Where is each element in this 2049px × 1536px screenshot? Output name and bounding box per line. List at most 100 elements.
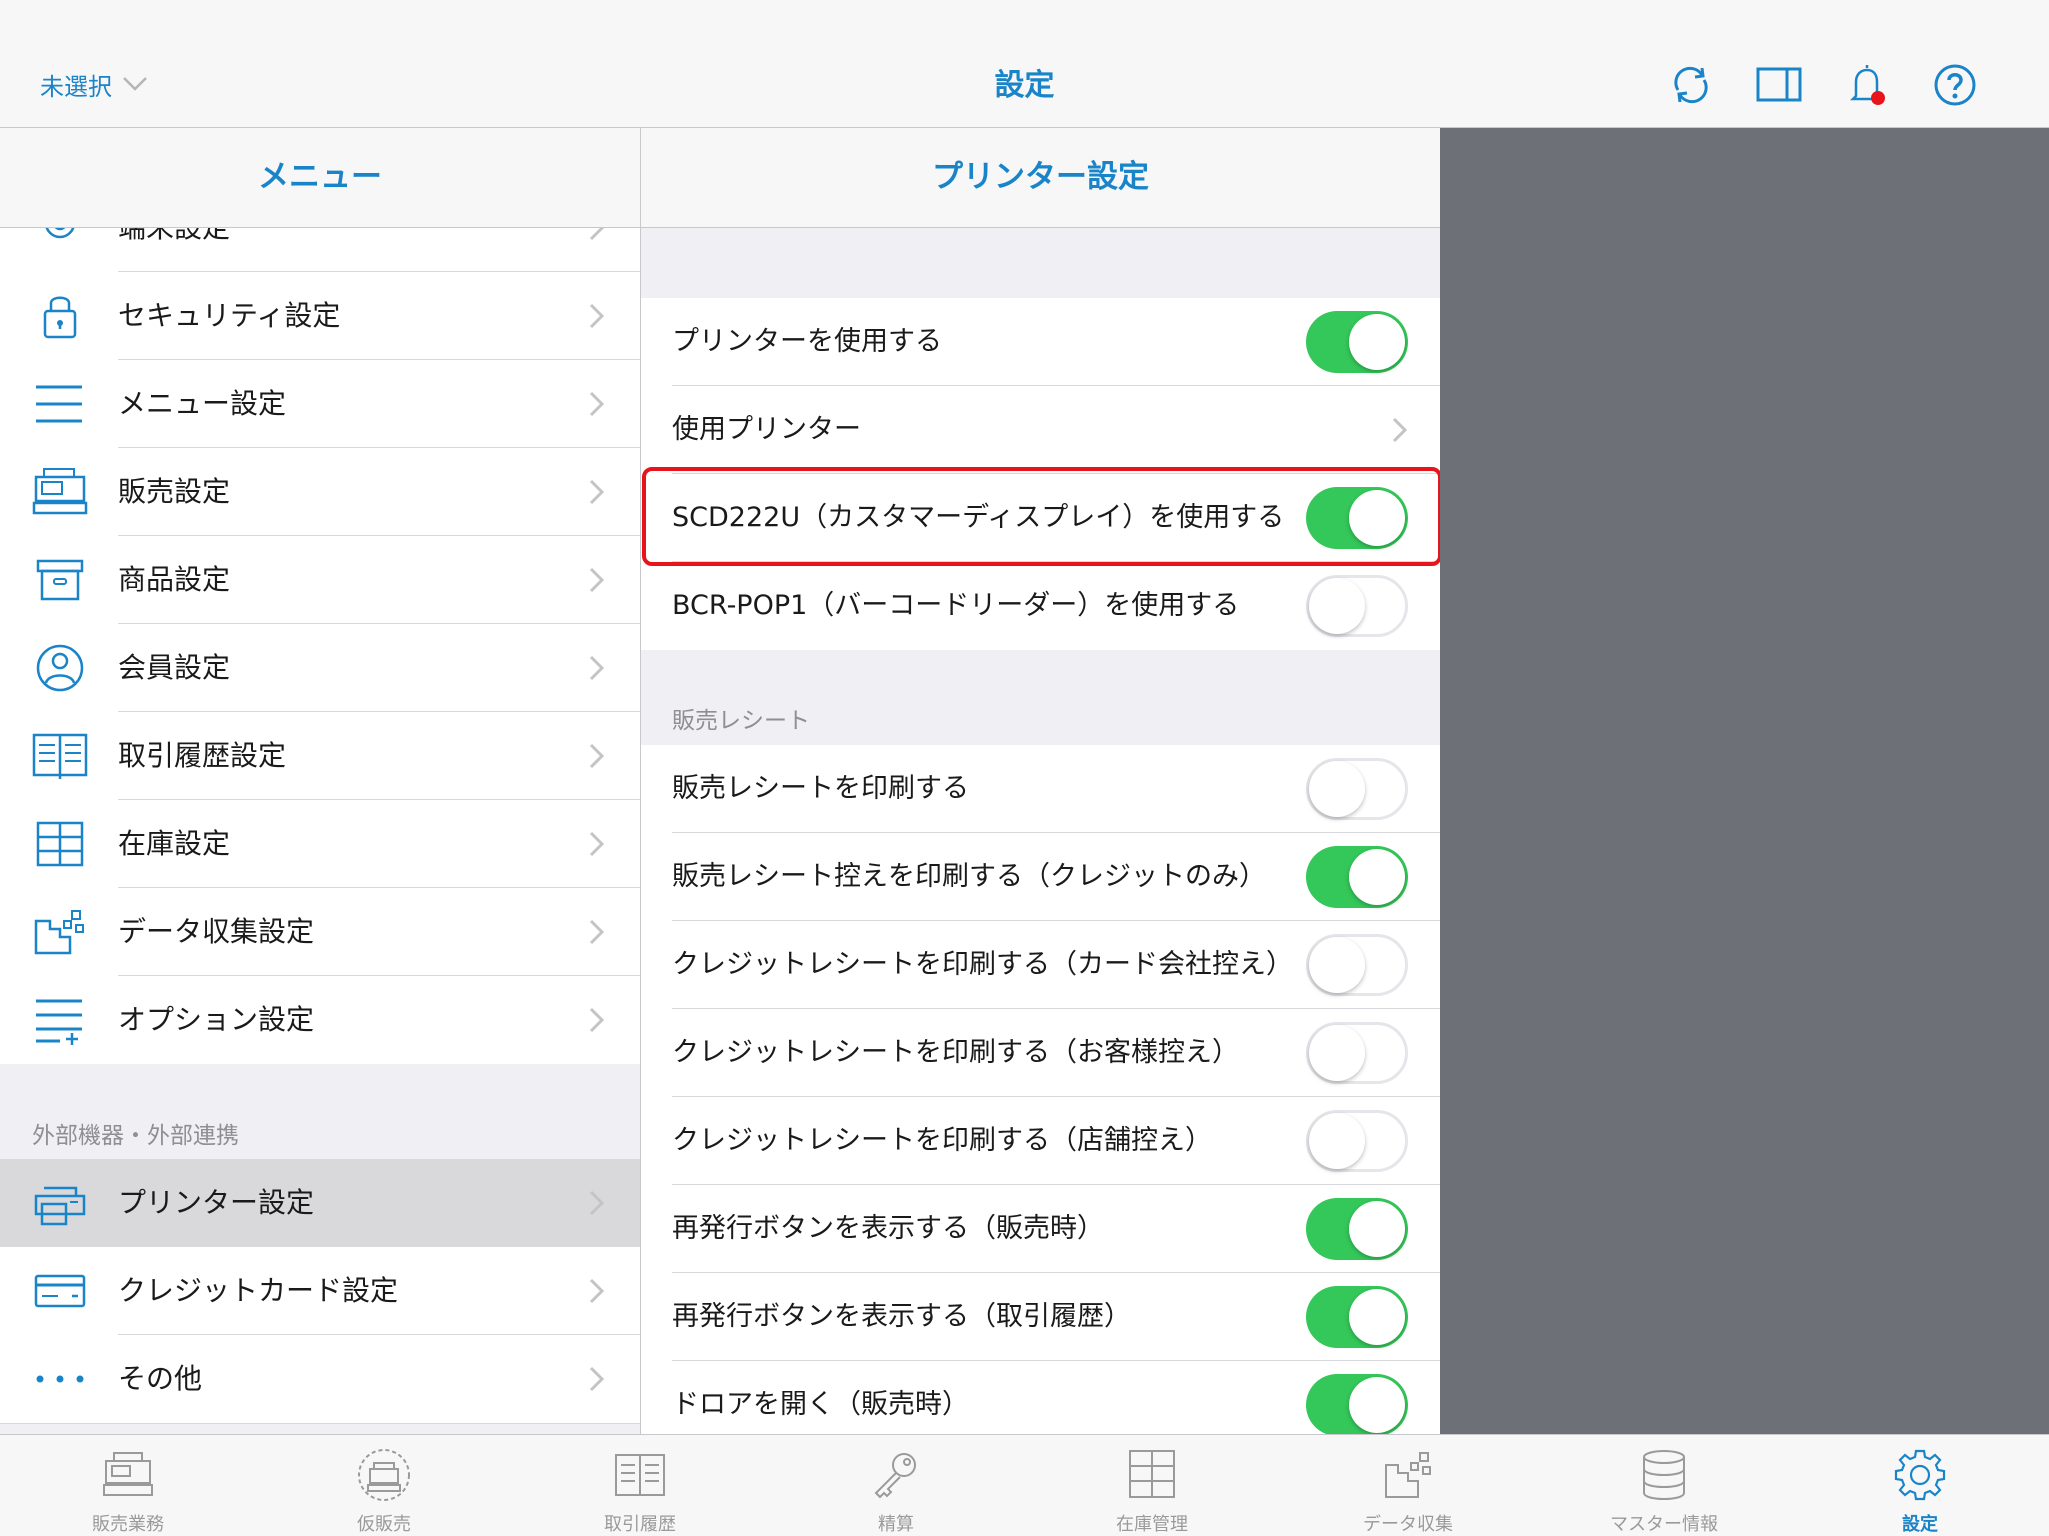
chevron-right-icon <box>589 479 605 505</box>
tab-history[interactable]: 取引履歴 <box>512 1435 768 1535</box>
menu-item-label: 商品設定 <box>118 563 231 596</box>
menu-item-credit-card-settings[interactable]: クレジットカード設定 <box>0 1247 640 1335</box>
menu-item-label: データ収集設定 <box>118 915 315 948</box>
menu-item-printer-settings[interactable]: プリンター設定 <box>0 1159 640 1247</box>
data-collect-icon <box>1385 1452 1431 1498</box>
receipt-option-toggle[interactable] <box>1306 1022 1408 1084</box>
box-icon <box>36 559 84 601</box>
receipt-option-toggle[interactable] <box>1306 1374 1408 1434</box>
chevron-right-icon <box>589 1278 605 1304</box>
chevron-right-icon <box>589 391 605 417</box>
refresh-icon[interactable] <box>1666 60 1716 110</box>
receipt-option-toggle[interactable] <box>1306 1286 1408 1348</box>
options-icon <box>36 999 82 1045</box>
menu-item-stock-settings[interactable]: 在庫設定 <box>0 800 640 888</box>
tab-label: 設定 <box>1902 1514 1938 1535</box>
person-icon <box>36 644 84 692</box>
section-title: 外部機器・外部連携 <box>32 1123 239 1149</box>
menu-item-option-settings[interactable]: オプション設定 <box>0 976 640 1064</box>
split-view-icon[interactable] <box>1754 60 1804 110</box>
receipt-option-toggle[interactable] <box>1306 934 1408 996</box>
tab-settings[interactable]: 設定 <box>1792 1435 2048 1535</box>
menu-item-sales-settings[interactable]: 販売設定 <box>0 448 640 536</box>
row-bcr-reader: BCR-POP1（バーコードリーダー）を使用する <box>641 562 1440 650</box>
menu-item-security[interactable]: セキュリティ設定 <box>0 272 640 360</box>
tab-label: 精算 <box>878 1514 914 1535</box>
credit-card-icon <box>34 1274 86 1308</box>
row-receipt-option: 再発行ボタンを表示する（販売時） <box>641 1185 1440 1273</box>
detail-placeholder-pane <box>1440 128 2049 1434</box>
row-receipt-option: クレジットレシートを印刷する（カード会社控え） <box>641 921 1440 1009</box>
help-icon[interactable] <box>1930 60 1980 110</box>
bell-icon[interactable] <box>1842 60 1892 110</box>
menu-item-label: 会員設定 <box>118 651 231 684</box>
row-printer-select[interactable]: 使用プリンター <box>641 386 1440 474</box>
chevron-right-icon <box>589 655 605 681</box>
tab-data-collection[interactable]: データ収集 <box>1280 1435 1536 1535</box>
printer-settings-panel: プリンター設定 プリンターを使用する 使用プリンター SCD222U（カスタマー… <box>641 128 1440 1434</box>
chevron-right-icon <box>1392 417 1408 443</box>
menu-item-history-settings[interactable]: 取引履歴設定 <box>0 712 640 800</box>
temp-sale-icon <box>358 1449 410 1501</box>
menu-lines-icon <box>36 385 82 423</box>
menu-item-label: 販売設定 <box>118 475 231 508</box>
row-use-printer: プリンターを使用する <box>641 298 1440 386</box>
book-icon <box>32 733 88 779</box>
receipt-option-toggle[interactable] <box>1306 758 1408 820</box>
row-label: 販売レシート控えを印刷する（クレジットのみ） <box>672 861 1266 892</box>
use-printer-toggle[interactable] <box>1306 311 1408 373</box>
tab-label: マスター情報 <box>1610 1514 1718 1535</box>
tab-settlement[interactable]: 精算 <box>768 1435 1024 1535</box>
row-label: クレジットレシートを印刷する（店舗控え） <box>672 1125 1212 1156</box>
printer-settings-header: プリンター設定 <box>641 128 1440 228</box>
row-label: BCR-POP1（バーコードリーダー）を使用する <box>672 590 1240 621</box>
scd-display-toggle[interactable] <box>1306 487 1408 549</box>
lock-icon <box>43 296 77 339</box>
chevron-right-icon <box>589 567 605 593</box>
row-label: プリンターを使用する <box>672 326 942 357</box>
chevron-right-icon <box>589 303 605 329</box>
menu-item-other[interactable]: その他 <box>0 1335 640 1423</box>
menu-item-data-collection-settings[interactable]: データ収集設定 <box>0 888 640 976</box>
tab-label: 販売業務 <box>92 1514 164 1535</box>
chevron-right-icon <box>589 743 605 769</box>
row-receipt-option: クレジットレシートを印刷する（店舗控え） <box>641 1097 1440 1185</box>
menu-item-product-settings[interactable]: 商品設定 <box>0 536 640 624</box>
tab-inventory[interactable]: 在庫管理 <box>1024 1435 1280 1535</box>
tab-label: 取引履歴 <box>604 1514 676 1535</box>
menu-item-label: 取引履歴設定 <box>118 739 287 772</box>
bcr-reader-toggle[interactable] <box>1306 575 1408 637</box>
menu-item-member-settings[interactable]: 会員設定 <box>0 624 640 712</box>
row-label: 再発行ボタンを表示する（取引履歴） <box>672 1301 1131 1332</box>
gear-icon <box>1894 1449 1946 1501</box>
printer-icon <box>34 1186 86 1226</box>
section-title: 販売レシート <box>672 708 810 734</box>
row-receipt-option: 販売レシート控えを印刷する（クレジットのみ） <box>641 833 1440 921</box>
menu-item-label: 在庫設定 <box>118 827 231 860</box>
chevron-right-icon <box>589 1190 605 1216</box>
chevron-right-icon <box>589 1366 605 1392</box>
section-header: 外部機器・外部連携 <box>0 1064 640 1159</box>
shelves-icon <box>1129 1450 1175 1498</box>
tab-temp-sale[interactable]: 仮販売 <box>256 1435 512 1535</box>
more-icon <box>36 1375 84 1383</box>
page-title: 設定 <box>994 68 1055 103</box>
row-label: ドロアを開く（販売時） <box>672 1389 969 1420</box>
row-label: クレジットレシートを印刷する（お客様控え） <box>672 1037 1239 1068</box>
receipt-option-toggle[interactable] <box>1306 1198 1408 1260</box>
row-label: 販売レシートを印刷する <box>672 773 969 804</box>
register-icon <box>103 1452 153 1496</box>
tab-master-info[interactable]: マスター情報 <box>1536 1435 1792 1535</box>
shelves-icon <box>36 821 84 867</box>
database-icon <box>1643 1450 1685 1500</box>
row-receipt-option: 再発行ボタンを表示する（取引履歴） <box>641 1273 1440 1361</box>
tab-label: 仮販売 <box>357 1514 411 1535</box>
receipt-option-toggle[interactable] <box>1306 846 1408 908</box>
top-bar: 未選択 設定 <box>0 0 2049 128</box>
receipt-option-toggle[interactable] <box>1306 1110 1408 1172</box>
row-label: 使用プリンター <box>672 414 861 445</box>
tab-sales[interactable]: 販売業務 <box>0 1435 256 1535</box>
register-icon <box>32 468 88 515</box>
menu-footer <box>0 1423 640 1434</box>
menu-item-menu-settings[interactable]: メニュー設定 <box>0 360 640 448</box>
